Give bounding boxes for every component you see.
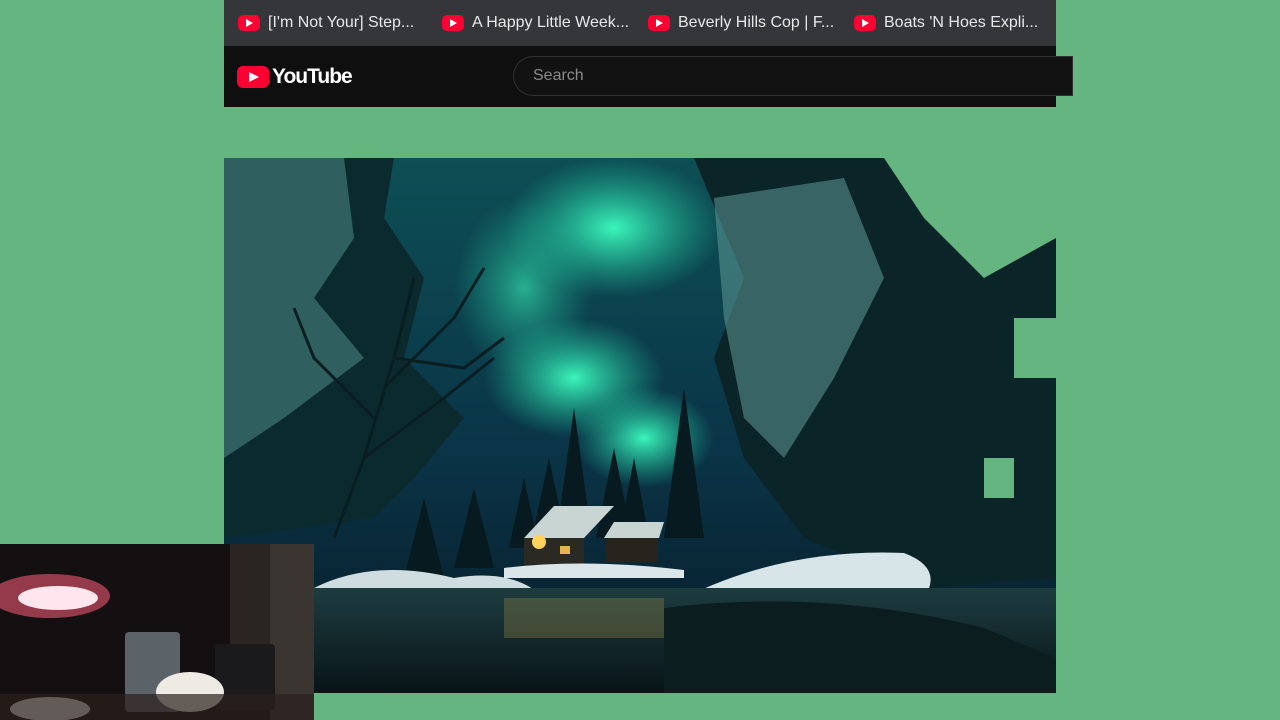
- bookmark-4[interactable]: Boats 'N Hoes Expli...: [854, 14, 1054, 32]
- bookmark-label: A Happy Little Week...: [472, 14, 630, 31]
- bookmark-label: Boats 'N Hoes Expli...: [884, 14, 1039, 31]
- youtube-logo[interactable]: YouTube: [237, 65, 353, 89]
- bookmark-1[interactable]: [I'm Not Your] Step...: [238, 14, 442, 32]
- youtube-logo-text: YouTube: [272, 65, 353, 88]
- youtube-icon: [854, 15, 876, 31]
- video-player[interactable]: [224, 158, 1056, 693]
- bookmark-3[interactable]: Beverly Hills Cop | F...: [648, 14, 854, 32]
- search-input[interactable]: [531, 66, 1072, 86]
- search-box[interactable]: [513, 56, 1073, 96]
- youtube-masthead: YouTube: [224, 46, 1073, 107]
- youtube-logo-icon: [237, 66, 269, 88]
- browser-window: [I'm Not Your] Step... A Happy Little We…: [224, 0, 1073, 107]
- youtube-icon: [238, 15, 260, 31]
- bookmark-2[interactable]: A Happy Little Week...: [442, 14, 648, 32]
- bookmarks-bar: [I'm Not Your] Step... A Happy Little We…: [224, 0, 1056, 46]
- aurora-scene-image: [224, 158, 1056, 693]
- webcam-overlay: [0, 544, 314, 720]
- bookmark-label: [I'm Not Your] Step...: [268, 14, 415, 31]
- youtube-icon: [648, 15, 670, 31]
- bookmark-label: Beverly Hills Cop | F...: [678, 14, 835, 31]
- youtube-icon: [442, 15, 464, 31]
- webcam-feed-image: [0, 544, 314, 720]
